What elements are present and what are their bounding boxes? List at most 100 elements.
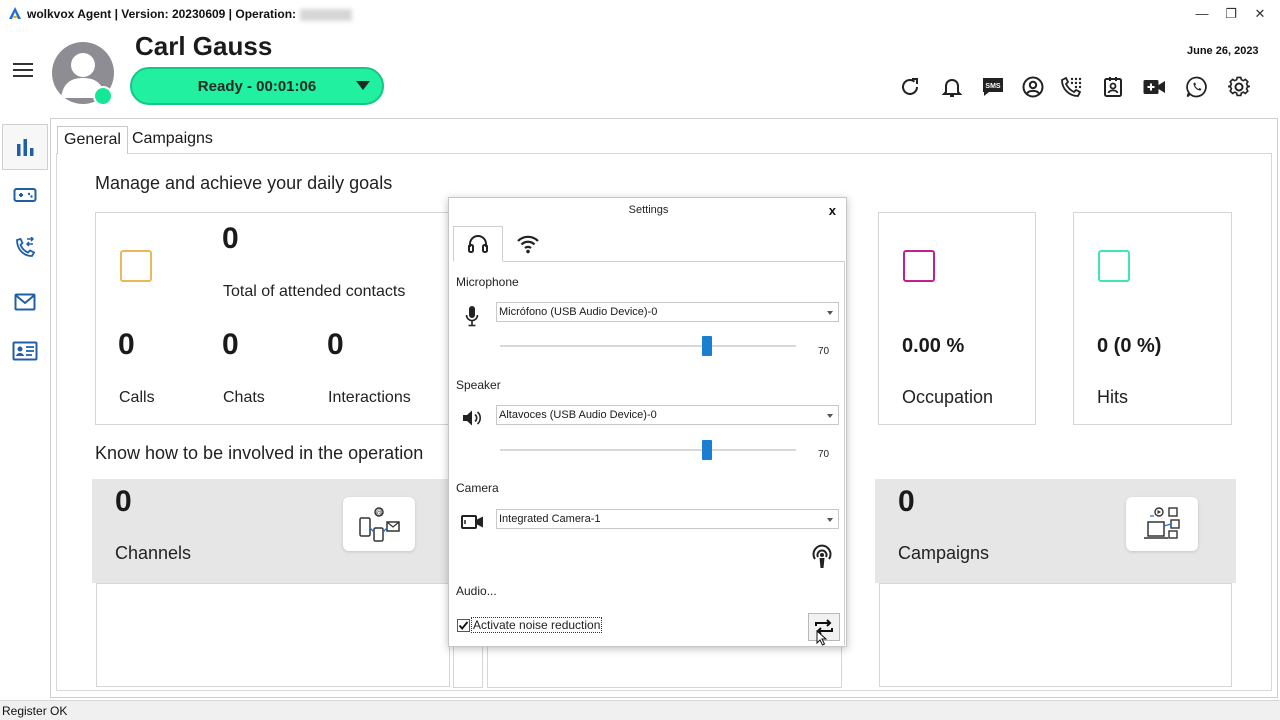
id-card-icon — [12, 341, 38, 361]
speaker-select[interactable]: Altavoces (USB Audio Device)-0 — [496, 405, 839, 425]
rail-item-dashboard[interactable] — [2, 124, 48, 170]
calls-label: Calls — [119, 389, 155, 406]
background-list-box-2 — [487, 640, 842, 688]
chevron-down-icon — [827, 518, 833, 522]
microphone-volume-slider[interactable] — [500, 345, 796, 347]
microphone-icon — [465, 306, 479, 327]
hits-color-square — [1098, 250, 1130, 282]
settings-dialog: Settings x Microphone Micrófono (USB Aud… — [448, 197, 847, 647]
status-bar: Register OK — [0, 700, 1280, 720]
microphone-label: Microphone — [456, 275, 519, 289]
interactions-value: 0 — [327, 328, 344, 361]
current-date: June 26, 2023 — [1187, 45, 1259, 57]
chevron-down-icon — [827, 414, 833, 418]
goals-section-title: Manage and achieve your daily goals — [95, 173, 393, 193]
rail-item-gamification[interactable] — [2, 172, 48, 218]
audio-section-label: Audio... — [456, 584, 497, 598]
microphone-select[interactable]: Micrófono (USB Audio Device)-0 — [496, 302, 839, 322]
speaker-label: Speaker — [456, 378, 501, 392]
settings-close-button[interactable]: x — [829, 203, 836, 218]
campaigns-icon-card[interactable] — [1126, 497, 1198, 551]
channels-label: Channels — [115, 543, 192, 563]
svg-text:@: @ — [375, 510, 382, 517]
rail-item-contacts[interactable] — [2, 328, 48, 374]
minimize-button[interactable]: — — [1192, 4, 1212, 24]
occupation-label: Occupation — [902, 387, 994, 407]
rail-item-calls[interactable] — [2, 225, 48, 271]
background-list-box — [453, 640, 483, 688]
camera-select[interactable]: Integrated Camera-1 — [496, 509, 839, 529]
calls-value: 0 — [118, 328, 135, 361]
operation-name-redacted — [300, 8, 353, 21]
chats-label: Chats — [223, 389, 265, 406]
mail-icon — [14, 293, 36, 311]
operation-section-title: Know how to be involved in the operation — [95, 443, 424, 463]
camera-select-value: Integrated Camera-1 — [499, 513, 601, 525]
campaigns-list — [879, 583, 1232, 687]
bell-icon[interactable] — [940, 75, 964, 99]
camera-label: Camera — [456, 481, 499, 495]
phone-transfer-icon — [16, 237, 36, 257]
total-attended-value: 0 — [222, 222, 239, 255]
noise-reduction-checkbox[interactable] — [457, 619, 470, 632]
tab-network-settings[interactable] — [503, 226, 553, 262]
status-bar-text: Register OK — [2, 704, 68, 718]
omnichannel-icon: @ — [359, 507, 400, 542]
speaker-volume-thumb[interactable] — [702, 440, 713, 460]
speaker-icon — [463, 410, 482, 426]
status-dropdown-button[interactable]: Ready - 00:01:06 — [130, 67, 384, 105]
tab-general[interactable]: General — [57, 126, 128, 154]
chevron-down-icon — [827, 311, 833, 315]
menu-icon[interactable] — [13, 63, 33, 79]
bar-chart-icon — [17, 139, 34, 156]
chats-value: 0 — [222, 328, 239, 361]
speaker-select-value: Altavoces (USB Audio Device)-0 — [499, 409, 657, 421]
camera-preview-icon[interactable] — [810, 544, 834, 570]
whatsapp-icon[interactable] — [1185, 75, 1209, 99]
speaker-volume-value: 70 — [818, 449, 830, 460]
gear-icon[interactable] — [1227, 75, 1251, 99]
checkmark-icon — [458, 621, 469, 630]
interactions-label: Interactions — [328, 389, 411, 406]
window-title: wolkvox Agent | Version: 20230609 | Oper… — [27, 7, 353, 21]
tab-campaigns[interactable]: Campaigns — [126, 126, 219, 154]
window-title-text: wolkvox Agent | Version: 20230609 | Oper… — [27, 7, 297, 21]
tab-audio-settings[interactable] — [453, 226, 503, 262]
channels-list — [96, 583, 450, 687]
campaigns-label: Campaigns — [898, 543, 990, 563]
video-add-icon[interactable] — [1142, 75, 1166, 99]
refresh-icon[interactable] — [898, 75, 922, 99]
sms-icon-text: SMS — [985, 83, 1001, 90]
noise-reduction-label[interactable]: Activate noise reduction — [471, 617, 603, 633]
dialpad-icon[interactable] — [1059, 75, 1083, 99]
caret-down-icon — [356, 81, 370, 90]
video-camera-icon — [461, 515, 483, 529]
agent-name: Carl Gauss — [135, 31, 273, 61]
headset-icon — [468, 235, 488, 253]
contact-card-icon[interactable] — [1101, 75, 1125, 99]
window-titlebar: wolkvox Agent | Version: 20230609 | Oper… — [0, 0, 1280, 28]
close-window-button[interactable]: ✕ — [1250, 4, 1270, 24]
gamepad-icon — [13, 188, 37, 202]
status-label: Ready - 00:01:06 — [197, 77, 317, 95]
hits-value: 0 (0 %) — [1097, 335, 1162, 357]
occupation-value: 0.00 % — [902, 335, 965, 357]
occupation-color-square — [903, 250, 935, 282]
online-status-dot — [93, 86, 113, 106]
left-rail — [0, 118, 50, 688]
restore-button[interactable]: ❐ — [1221, 4, 1241, 24]
user-circle-icon[interactable] — [1021, 75, 1045, 99]
speaker-volume-slider[interactable] — [500, 449, 796, 451]
channels-icon-card[interactable]: @ — [343, 497, 415, 551]
campaign-media-icon — [1144, 507, 1180, 539]
microphone-volume-value: 70 — [818, 346, 830, 357]
mouse-cursor-icon — [816, 630, 828, 646]
settings-dialog-title: Settings — [628, 204, 669, 216]
sms-icon[interactable]: SMS — [981, 75, 1005, 99]
rail-item-email[interactable] — [2, 279, 48, 325]
wolkvox-logo-icon — [9, 7, 21, 19]
microphone-volume-thumb[interactable] — [702, 336, 713, 356]
campaigns-value: 0 — [898, 485, 915, 518]
channels-value: 0 — [115, 485, 132, 518]
wifi-icon — [517, 235, 539, 254]
